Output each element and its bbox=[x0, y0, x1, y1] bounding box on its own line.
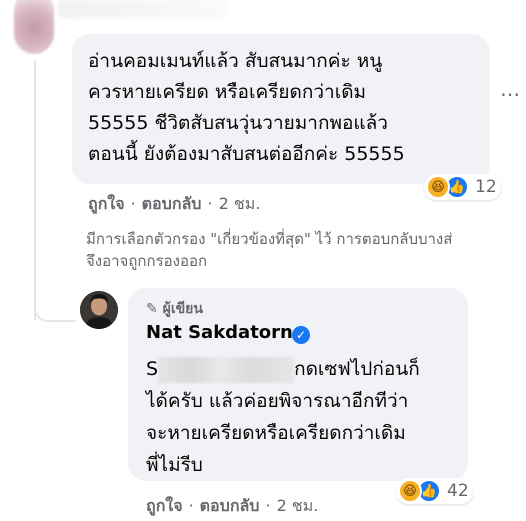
comment-time[interactable]: 2 ชม. bbox=[219, 194, 261, 213]
thread-curve bbox=[34, 280, 76, 322]
filter-notice: มีการเลือกตัวกรอง "เกี่ยวข้องที่สุด" ไว้… bbox=[86, 228, 526, 272]
reply-time[interactable]: 2 ชม. bbox=[277, 496, 319, 515]
comment-line: อ่านคอมเมนท์แล้ว สับสนมากค่ะ หนู bbox=[88, 50, 383, 72]
reaction-count: 12 bbox=[475, 177, 497, 197]
author-badge-label: ผู้เขียน bbox=[162, 301, 203, 317]
comment-reactions[interactable]: 😆 👍 12 bbox=[424, 174, 501, 200]
reply-button[interactable]: ตอบกลับ bbox=[142, 194, 202, 213]
redacted-mention bbox=[158, 356, 295, 383]
like-button[interactable]: ถูกใจ bbox=[146, 496, 183, 515]
reaction-count: 42 bbox=[447, 481, 469, 501]
reply-text: S กดเซฟไปก่อนก็ ได้ครับ แล้วค่อยพิจารณาอี… bbox=[146, 353, 466, 481]
pencil-icon: ✎ bbox=[146, 301, 158, 317]
author-avatar[interactable] bbox=[80, 291, 118, 329]
filter-notice-line: มีการเลือกตัวกรอง "เกี่ยวข้องที่สุด" ไว้… bbox=[86, 230, 453, 248]
author-badge: ✎ ผู้เขียน bbox=[146, 298, 203, 320]
author-name[interactable]: Nat Sakdatorn bbox=[146, 322, 293, 343]
reply-line-rest: กดเซฟไปก่อนก็ bbox=[294, 358, 420, 380]
commenter-name-blurred bbox=[58, 0, 228, 18]
haha-icon: 😆 bbox=[398, 479, 422, 503]
reply-line: S กดเซฟไปก่อนก็ bbox=[146, 353, 466, 385]
more-options-icon[interactable]: ⋯ bbox=[500, 82, 524, 106]
filter-notice-line: จึงอาจถูกกรองออก bbox=[86, 252, 208, 270]
comment-line: ควรหายเครียด หรือเครียดกว่าเดิม bbox=[88, 81, 367, 103]
reply-line: ได้ครับ แล้วค่อยพิจารณาอีกทีว่า bbox=[146, 390, 409, 412]
author-photo-icon bbox=[80, 291, 118, 329]
reply-button[interactable]: ตอบกลับ bbox=[200, 496, 260, 515]
reply-line: จะหายเครียดหรือเครียดกว่าเดิม bbox=[146, 422, 406, 444]
comment-line: 55555 ชีวิตสับสนวุ่นวายมากพอแล้ว bbox=[88, 112, 388, 134]
reply-reactions[interactable]: 😆 👍 42 bbox=[396, 478, 473, 504]
comment-line: ตอนนี้ ยังต้องมาสับสนต่ออีกค่ะ 55555 bbox=[88, 143, 405, 165]
like-button[interactable]: ถูกใจ bbox=[88, 194, 125, 213]
reply-actions: ถูกใจ · ตอบกลับ · 2 ชม. bbox=[146, 496, 319, 515]
comment-text: อ่านคอมเมนท์แล้ว สับสนมากค่ะ หนู ควรหายเ… bbox=[88, 46, 488, 170]
reply-mention-initial: S bbox=[146, 358, 159, 380]
commenter-avatar[interactable] bbox=[14, 0, 54, 54]
haha-icon: 😆 bbox=[426, 175, 450, 199]
comment-actions: ถูกใจ · ตอบกลับ · 2 ชม. bbox=[88, 194, 261, 213]
reply-line: พี่ไม่รีบ bbox=[146, 454, 203, 476]
verified-icon: ✓ bbox=[292, 326, 310, 344]
